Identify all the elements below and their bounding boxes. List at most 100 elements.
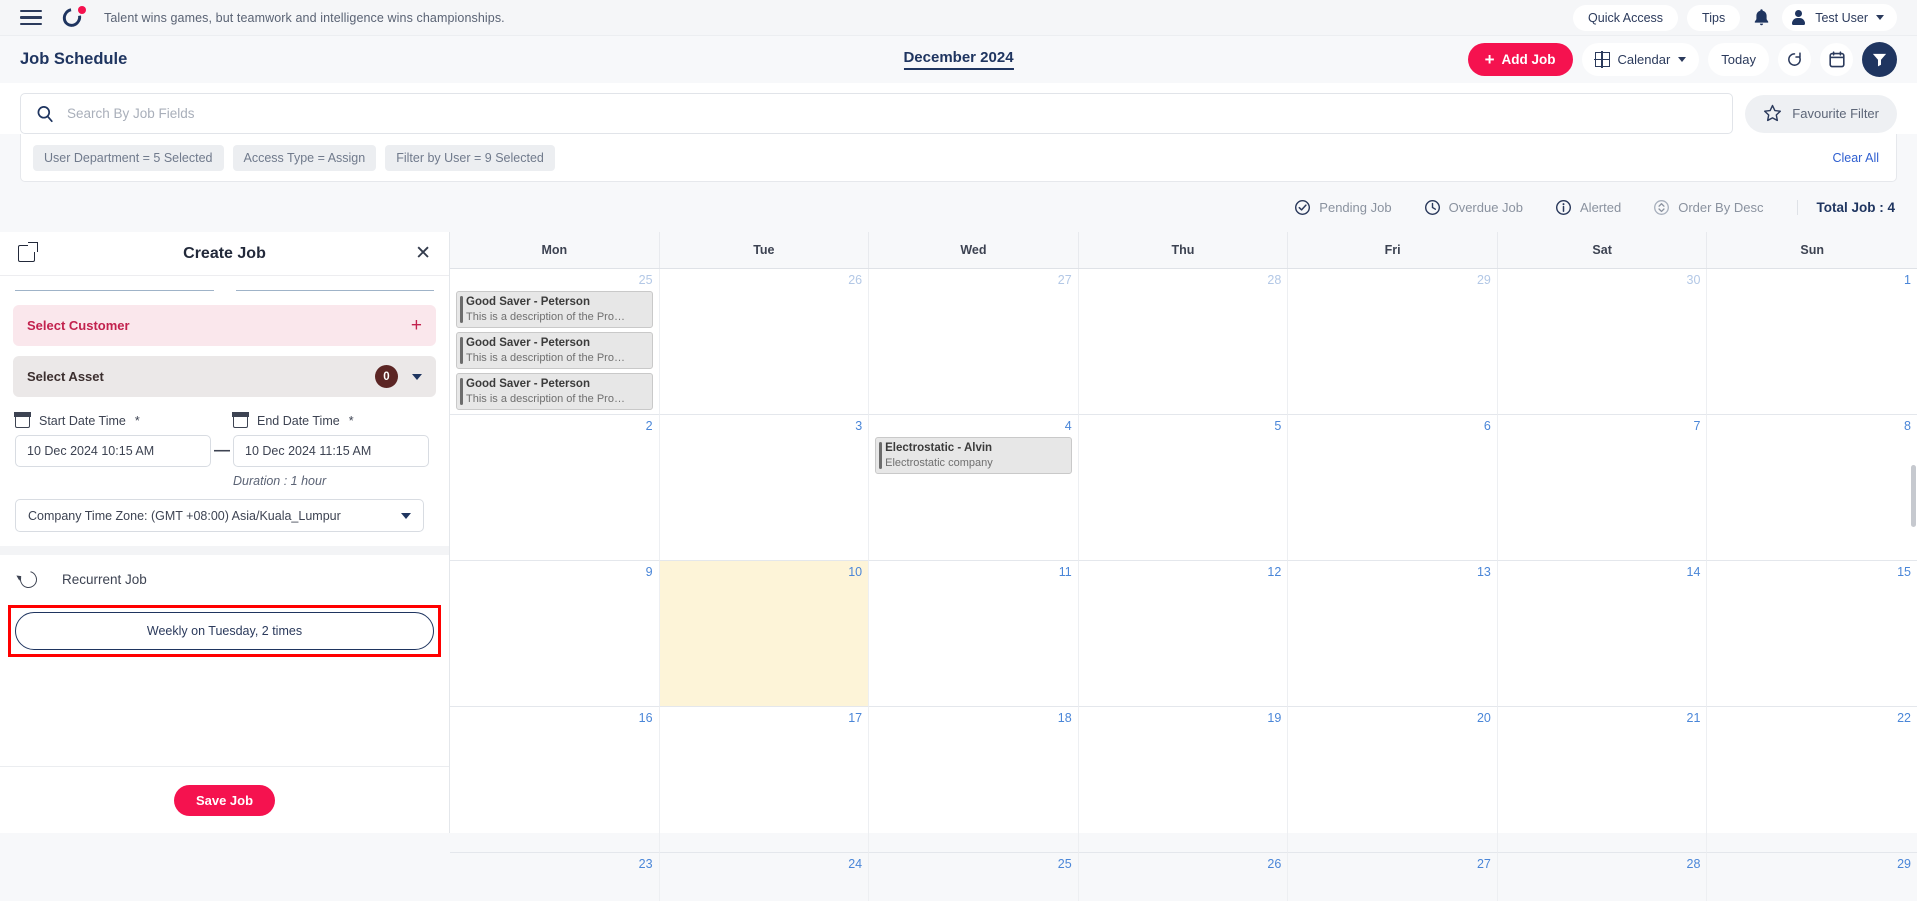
recurrence-highlight-box: Weekly on Tuesday, 2 times <box>8 605 441 657</box>
filter-chip-user-department[interactable]: User Department = 5 Selected <box>33 144 224 171</box>
today-button[interactable]: Today <box>1708 43 1769 76</box>
timezone-select[interactable]: Company Time Zone: (GMT +08:00) Asia/Kua… <box>15 499 424 532</box>
date-picker-button[interactable] <box>1820 43 1853 76</box>
calendar-day-cell[interactable]: 21 <box>1497 707 1708 853</box>
search-box[interactable] <box>20 93 1734 134</box>
save-job-button[interactable]: Save Job <box>173 784 276 816</box>
clear-all-button[interactable]: Clear All <box>1832 151 1884 165</box>
tips-button[interactable]: Tips <box>1687 4 1741 31</box>
section-divider <box>0 546 449 555</box>
weekday-sat: Sat <box>1498 232 1708 268</box>
select-asset-section[interactable]: Select Asset 0 <box>13 356 436 397</box>
calendar-day-cell[interactable]: 10 <box>659 561 870 707</box>
calendar-day-cell[interactable]: 25 Good Saver - Peterson This is a descrip… <box>450 269 660 415</box>
bell-icon[interactable] <box>1749 6 1773 30</box>
select-customer-label: Select Customer <box>27 318 130 333</box>
recurrence-rule-button[interactable]: Weekly on Tuesday, 2 times <box>15 612 434 650</box>
calendar-day-cell[interactable]: 24 <box>660 853 870 901</box>
calendar-day-cell[interactable]: 27 <box>869 269 1079 415</box>
star-icon <box>1764 104 1782 122</box>
user-menu[interactable]: Test User <box>1782 4 1897 31</box>
calendar-day-cell[interactable]: 12 <box>1078 561 1289 707</box>
event-description: This is a description of the Pro… <box>466 352 625 364</box>
filter-chip-access-type[interactable]: Access Type = Assign <box>232 144 377 171</box>
favourite-filter-button[interactable]: Favourite Filter <box>1745 94 1897 133</box>
quick-access-button[interactable]: Quick Access <box>1573 4 1679 31</box>
filter-chip-filter-by-user[interactable]: Filter by User = 9 Selected <box>385 144 555 171</box>
pending-job-filter[interactable]: Pending Job <box>1280 193 1405 222</box>
day-number: 24 <box>848 857 863 871</box>
page-title: Job Schedule <box>20 50 128 68</box>
info-circle-icon <box>1556 199 1572 215</box>
total-job-value: 4 <box>1887 199 1895 215</box>
plus-icon[interactable]: + <box>411 316 422 335</box>
calendar-day-cell[interactable]: 28 <box>1078 269 1289 415</box>
calendar-scrollbar[interactable] <box>1911 465 1916 527</box>
day-number: 29 <box>1476 273 1491 287</box>
calendar-event[interactable]: Good Saver - Peterson This is a descripti… <box>456 291 653 328</box>
calendar-day-cell[interactable]: 20 <box>1288 707 1498 853</box>
add-job-button[interactable]: + Add Job <box>1467 43 1573 76</box>
calendar-day-cell[interactable]: 14 <box>1497 561 1708 707</box>
external-link-icon[interactable] <box>18 242 38 262</box>
start-date-time-input[interactable] <box>15 435 211 467</box>
calendar-day-cell[interactable]: 15 <box>1707 561 1917 707</box>
calendar-day-cell[interactable]: 5 <box>1078 415 1289 561</box>
calendar-day-cell[interactable]: 1 <box>1707 269 1917 415</box>
scrolled-fields-cutoff <box>0 276 449 291</box>
calendar-day-cell[interactable]: 29 <box>1707 853 1917 901</box>
calendar-day-cell[interactable]: 26 <box>659 269 870 415</box>
calendar-day-cell[interactable]: 16 <box>450 707 660 853</box>
calendar-day-cell[interactable]: 4 Electrostatic - Alvin Electrostatic comp… <box>869 415 1079 561</box>
recurrent-job-label: Recurrent Job <box>62 572 147 587</box>
calendar-day-cell[interactable]: 17 <box>659 707 870 853</box>
calendar-event[interactable]: Electrostatic - Alvin Electrostatic compa… <box>875 437 1072 474</box>
calendar-day-cell[interactable]: 3 <box>659 415 870 561</box>
sort-updown-icon <box>1654 199 1670 215</box>
filter-toggle-button[interactable] <box>1862 42 1897 77</box>
select-customer-section[interactable]: Select Customer + <box>13 305 436 346</box>
calendar-day-cell[interactable]: 19 <box>1078 707 1289 853</box>
calendar-day-cell[interactable]: 8 <box>1707 415 1917 561</box>
select-asset-label: Select Asset <box>27 369 104 384</box>
user-name-label: Test User <box>1815 10 1868 25</box>
calendar-event[interactable]: Good Saver - Peterson This is a descripti… <box>456 332 653 369</box>
view-mode-selector[interactable]: Calendar <box>1581 43 1700 76</box>
calendar-day-cell[interactable]: 2 <box>450 415 660 561</box>
tagline-text: Talent wins games, but teamwork and inte… <box>104 10 505 25</box>
current-month-label[interactable]: December 2024 <box>903 49 1014 70</box>
search-input[interactable] <box>67 106 1718 121</box>
pending-job-label: Pending Job <box>1319 199 1392 215</box>
overdue-job-filter[interactable]: Overdue Job <box>1410 193 1537 222</box>
calendar-day-cell[interactable]: 29 <box>1288 269 1498 415</box>
event-title: Electrostatic - Alvin <box>885 442 993 454</box>
end-date-time-input[interactable] <box>233 435 429 467</box>
day-number: 3 <box>855 419 863 433</box>
calendar-day-cell[interactable]: 18 <box>869 707 1079 853</box>
day-number: 10 <box>848 565 863 579</box>
avatar <box>1790 9 1807 26</box>
calendar-day-cell[interactable]: 26 <box>1079 853 1289 901</box>
calendar-day-cell[interactable]: 27 <box>1288 853 1498 901</box>
calendar-day-cell[interactable]: 30 <box>1497 269 1708 415</box>
alerted-filter[interactable]: Alerted <box>1541 193 1635 222</box>
calendar-day-cell[interactable]: 9 <box>450 561 660 707</box>
calendar-day-cell[interactable]: 28 <box>1498 853 1708 901</box>
calendar-day-cell[interactable]: 13 <box>1288 561 1498 707</box>
calendar-event[interactable]: Good Saver - Peterson This is a descripti… <box>456 373 653 410</box>
chevron-down-icon[interactable] <box>412 373 422 380</box>
brand-logo-icon[interactable] <box>59 4 86 30</box>
body-split: Create Job ✕ Select Customer + Select As… <box>0 232 1917 901</box>
calendar-day-cell[interactable]: 7 <box>1497 415 1708 561</box>
calendar-day-cell[interactable]: 22 <box>1707 707 1917 853</box>
calendar-day-cell[interactable]: 23 <box>450 853 660 901</box>
hamburger-icon[interactable] <box>20 9 42 26</box>
refresh-button[interactable] <box>1778 43 1811 76</box>
calendar-day-cell[interactable]: 6 <box>1288 415 1498 561</box>
calendar-day-cell[interactable]: 11 <box>869 561 1079 707</box>
close-icon[interactable]: ✕ <box>415 244 431 263</box>
asset-count-badge: 0 <box>375 365 398 388</box>
order-by-desc-toggle[interactable]: Order By Desc <box>1639 193 1777 222</box>
required-mark: * <box>348 413 354 428</box>
calendar-day-cell[interactable]: 25 <box>869 853 1079 901</box>
